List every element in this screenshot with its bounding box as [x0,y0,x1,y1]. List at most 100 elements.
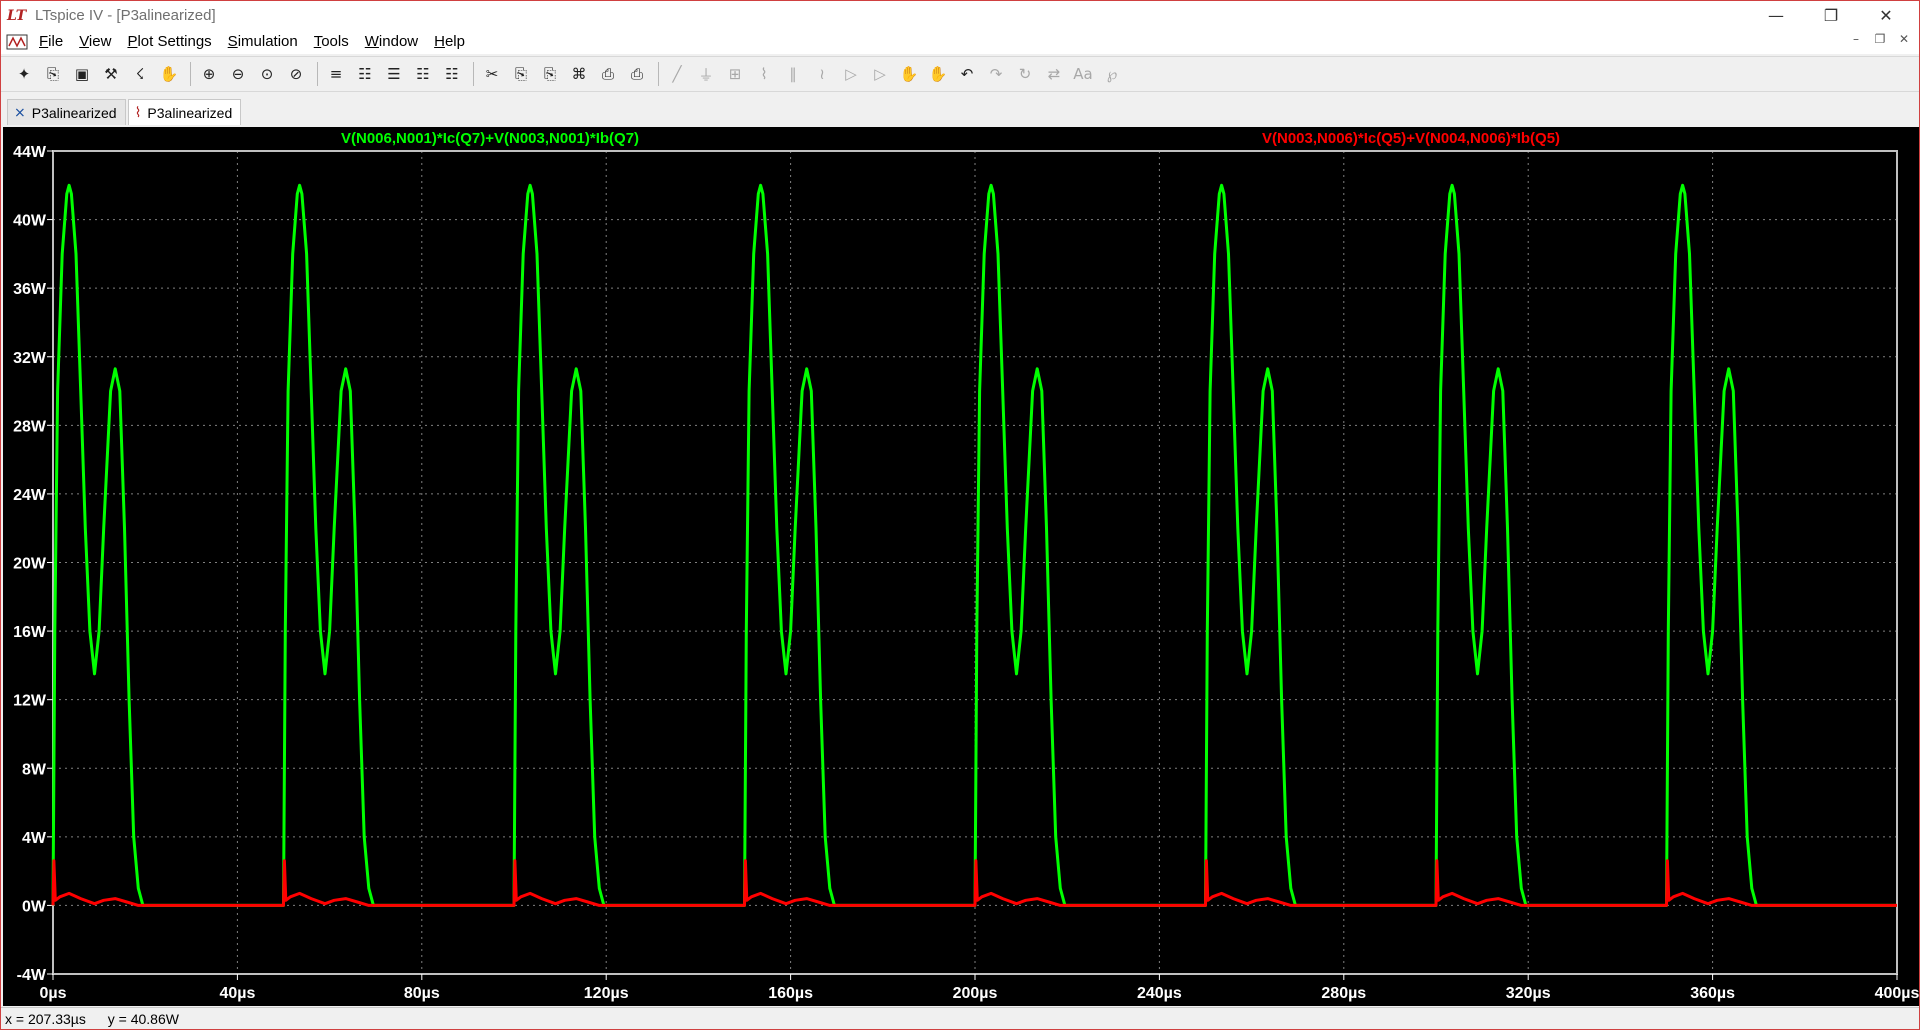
maximize-button[interactable]: ❐ [1808,1,1854,30]
status-bar: x = 207.33µs y = 40.86W [1,1007,1919,1029]
zoom-in-icon[interactable]: ⊕ [196,61,222,87]
y-tick-label: 20W [13,556,47,573]
y-tick-label: 44W [13,144,47,161]
toolbar-separator [190,62,191,86]
y-tick-label: 12W [13,693,47,710]
tab-label: P3alinearized [31,104,117,121]
y-tick-label: 4W [22,830,47,847]
rotate-icon[interactable]: ↻ [1012,61,1038,87]
menu-item-label: elp [444,33,465,50]
inductor-icon[interactable]: ≀ [809,61,835,87]
run-icon[interactable]: ☇ [127,61,153,87]
diode-icon[interactable]: ▷ [838,61,864,87]
wire-icon[interactable]: ╱ [664,61,690,87]
ltspice-logo-icon: LT [7,7,27,24]
mdi-minimize-button[interactable]: – [1847,32,1865,46]
tab-schematic[interactable]: ⨯ P3alinearized [7,99,126,125]
menu-item-accelerator: P [127,33,138,50]
resistor-icon[interactable]: ⌇ [751,61,777,87]
undo-icon[interactable]: ↶ [954,61,980,87]
label-net-icon[interactable]: ⊞ [722,61,748,87]
menu-item-tools[interactable]: Tools [306,30,357,54]
toolbar-separator [473,62,474,86]
x-tick-label: 280µs [1321,985,1366,1002]
x-tick-label: 240µs [1137,985,1182,1002]
tab-waveform[interactable]: ⌇ P3alinearized [127,99,242,125]
y-tick-label: 16W [13,624,47,641]
minimize-button[interactable]: — [1753,1,1799,30]
autorange-icon[interactable]: ≡ [323,61,349,87]
window-title: LTspice IV - [P3alinearized] [35,7,216,24]
title-bar[interactable]: LT LTspice IV - [P3alinearized] — ❐ ✕ [1,1,1919,30]
x-tick-label: 40µs [219,985,255,1002]
ground-icon[interactable]: ⏚ [693,61,719,87]
text-icon[interactable]: Aa [1070,61,1096,87]
print-preview-icon[interactable]: ⎙ [595,61,621,87]
y-tick-label: 24W [13,487,47,504]
find-icon[interactable]: ⌘ [566,61,592,87]
menu-item-label: ools [321,33,349,50]
trace-line-series-2[interactable] [51,859,1897,907]
menu-item-accelerator: S [227,33,238,50]
drag-icon[interactable]: ✋ [925,61,951,87]
zoom-out-icon[interactable]: ⊖ [225,61,251,87]
close-button[interactable]: ✕ [1863,1,1909,30]
trace-line-series-1[interactable] [51,183,1897,907]
ltspice-window: LT LTspice IV - [P3alinearized] — ❐ ✕ Fi… [0,0,1920,1030]
menu-item-accelerator: V [79,33,89,50]
menu-item-label: indow [378,33,419,50]
new-schematic-icon[interactable]: ✦ [11,61,37,87]
trace-label-q5[interactable]: V(N003,N006)*Ic(Q5)+V(N004,N006)*Ib(Q5) [1262,130,1560,147]
waveform-plot-pane[interactable]: 0µs 40µs 80µs 120µs 160µs 200µs 240µs 280µs 320µ… [3,127,1919,1006]
y-tick-label: 28W [13,418,47,435]
tab-label: P3alinearized [147,104,233,121]
x-tick-label: 0µs [39,985,66,1002]
menu-item-simulation[interactable]: Simulation [220,30,306,54]
menu-item-window[interactable]: Window [357,30,426,54]
tab-bar: ⨯ P3alinearized ⌇ P3alinearized [1,93,1919,125]
menu-item-label: ile [48,33,64,50]
x-tick-label: 320µs [1506,985,1551,1002]
menu-item-file[interactable]: File [31,30,71,54]
copy-icon[interactable]: ⎘ [508,61,534,87]
x-tick-label: 200µs [953,985,998,1002]
trace-label-q7[interactable]: V(N006,N001)*Ic(Q7)+V(N003,N001)*Ib(Q7) [341,130,639,147]
y-tick-label: 8W [22,761,47,778]
move-icon[interactable]: ✋ [896,61,922,87]
tile-horizontal-icon[interactable]: ☰ [381,61,407,87]
save-icon[interactable]: ▣ [69,61,95,87]
spice-directive-icon[interactable]: ℘ [1099,61,1125,87]
open-icon[interactable]: ⎘ [40,61,66,87]
x-tick-label: 80µs [404,985,440,1002]
waveform-chart[interactable]: 0µs 40µs 80µs 120µs 160µs 200µs 240µs 280µs 320µ… [3,127,1919,1006]
menu-item-help[interactable]: Help [426,30,473,54]
capacitor-icon[interactable]: ∥ [780,61,806,87]
menu-item-view[interactable]: View [71,30,119,54]
menu-item-accelerator: H [434,33,445,50]
paste-icon[interactable]: ⎘ [537,61,563,87]
waveform-doc-icon[interactable] [5,32,31,52]
component-icon[interactable]: ▷ [867,61,893,87]
tile-vertical-icon[interactable]: ☷ [439,61,465,87]
mirror-icon[interactable]: ⇄ [1041,61,1067,87]
control-panel-icon[interactable]: ⚒ [98,61,124,87]
menu-item-label: imulation [237,33,298,50]
mdi-restore-button[interactable]: ❐ [1871,32,1889,46]
menu-item-label: lot Settings [137,33,212,50]
y-tick-label: 40W [13,213,47,230]
menu-item-accelerator: F [39,33,49,50]
cut-icon[interactable]: ✂ [479,61,505,87]
print-icon[interactable]: ⎙ [624,61,650,87]
mdi-close-button[interactable]: ✕ [1895,32,1913,46]
menu-item-plot-settings[interactable]: Plot Settings [119,30,219,54]
redo-icon[interactable]: ↷ [983,61,1009,87]
toolbar: ✦ ⎘ ▣ ⚒ ☇ ✋ ⊕ ⊖ ⊙ ⊘ ≡ ☷ ☰ ☷ ☷ ✂ ⎘ ⎘ ⌘ ⎙ ⎙ ╱ ⏚ ⊞ ⌇ ∥ ≀ ▷ ▷ ✋ ✋ ↶ ↷ ↻ ⇄ Aa ℘ [1,56,1919,92]
zoom-cancel-icon[interactable]: ⊘ [283,61,309,87]
cursor-y-readout: y = 40.86W [107,1011,179,1027]
halt-icon[interactable]: ✋ [156,61,182,87]
zoom-extents-icon[interactable]: ⊙ [254,61,280,87]
y-tick-label: 36W [13,281,47,298]
cascade-icon[interactable]: ☷ [410,61,436,87]
mark-unsorted-icon[interactable]: ☷ [352,61,378,87]
x-tick-label: 120µs [584,985,629,1002]
